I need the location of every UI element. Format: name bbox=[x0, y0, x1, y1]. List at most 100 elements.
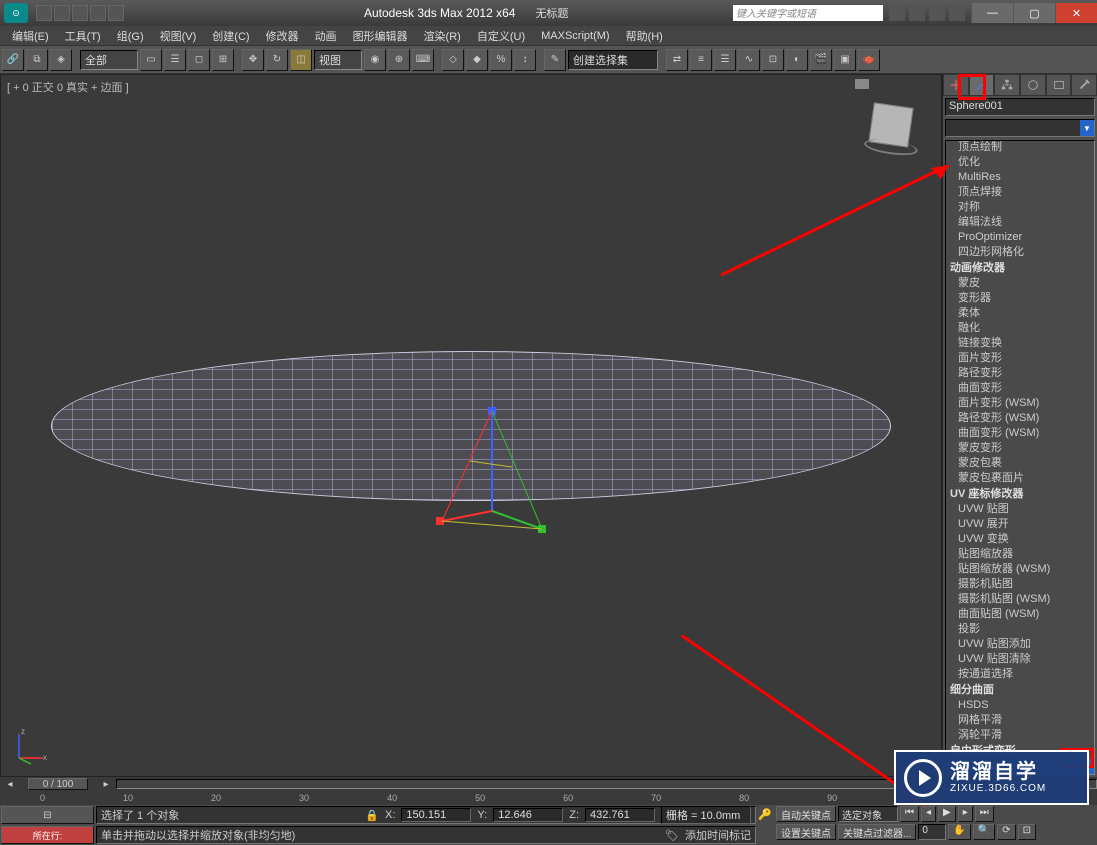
mirror-icon[interactable]: ⇄ bbox=[666, 49, 688, 71]
object-name-field[interactable]: Sphere001 bbox=[945, 98, 1095, 116]
minimize-button[interactable]: — bbox=[971, 3, 1013, 23]
link-icon[interactable]: 🔗 bbox=[2, 49, 24, 71]
modifier-item[interactable]: 融化 bbox=[946, 321, 1094, 336]
modifier-item[interactable]: 柔体 bbox=[946, 306, 1094, 321]
play-next-icon[interactable]: ▸ bbox=[958, 806, 973, 822]
modifier-item[interactable]: 蒙皮变形 bbox=[946, 441, 1094, 456]
play-icon[interactable]: ▶ bbox=[938, 806, 956, 822]
modifier-item[interactable]: UVW 贴图清除 bbox=[946, 652, 1094, 667]
time-tag-icon[interactable]: 🏷 bbox=[665, 829, 679, 842]
maximize-button[interactable]: ▢ bbox=[1013, 3, 1055, 23]
unlink-icon[interactable]: ⧉ bbox=[26, 49, 48, 71]
modifier-item[interactable]: 按通道选择 bbox=[946, 667, 1094, 682]
schematic-icon[interactable]: ⊡ bbox=[762, 49, 784, 71]
modifier-item[interactable]: 蒙皮包裹面片 bbox=[946, 471, 1094, 486]
modifier-item[interactable]: 对称 bbox=[946, 200, 1094, 215]
menu-help[interactable]: 帮助(H) bbox=[618, 26, 671, 46]
viewport[interactable]: [ + 0 正交 0 真实 + 边面 ] z x bbox=[0, 74, 942, 777]
create-tab[interactable] bbox=[943, 74, 969, 96]
qat-redo-icon[interactable] bbox=[108, 5, 124, 21]
help-icon[interactable] bbox=[949, 5, 965, 21]
modifier-item[interactable]: 蒙皮包裹 bbox=[946, 456, 1094, 471]
time-slider[interactable]: 0 / 100 bbox=[28, 778, 88, 790]
modifier-item[interactable]: 面片变形 bbox=[946, 351, 1094, 366]
lock-icon[interactable]: 🔒 bbox=[365, 809, 379, 822]
render-frame-icon[interactable]: ▣ bbox=[834, 49, 856, 71]
play-prev-icon[interactable]: ◂ bbox=[921, 806, 936, 822]
viewport-label[interactable]: [ + 0 正交 0 真实 + 边面 ] bbox=[7, 79, 129, 95]
infocenter-icon[interactable] bbox=[889, 5, 905, 21]
modifier-item[interactable]: UVW 贴图 bbox=[946, 502, 1094, 517]
nav-zoom-icon[interactable]: 🔍 bbox=[973, 824, 995, 840]
modify-tab[interactable] bbox=[969, 74, 995, 96]
dropdown-arrow-icon[interactable]: ▼ bbox=[1080, 120, 1094, 136]
modifier-item[interactable]: 网格平滑 bbox=[946, 713, 1094, 728]
modifier-item[interactable]: 优化 bbox=[946, 155, 1094, 170]
modifier-item[interactable]: 曲面贴图 (WSM) bbox=[946, 607, 1094, 622]
render-icon[interactable]: 🫖 bbox=[858, 49, 880, 71]
modifier-item[interactable]: HSDS bbox=[946, 698, 1094, 713]
modifier-item[interactable]: 细分曲面 bbox=[946, 682, 1094, 698]
modifier-item[interactable]: 投影 bbox=[946, 622, 1094, 637]
select-move-icon[interactable]: ✥ bbox=[242, 49, 264, 71]
named-selection-sets[interactable]: 创建选择集 bbox=[568, 50, 658, 70]
play-start-icon[interactable]: ⏮ bbox=[900, 806, 919, 822]
modifier-item[interactable]: 蒙皮 bbox=[946, 276, 1094, 291]
key-selset[interactable]: 选定对象 bbox=[838, 806, 898, 822]
curve-editor-icon[interactable]: ∿ bbox=[738, 49, 760, 71]
modifier-item[interactable]: 贴图缩放器 bbox=[946, 547, 1094, 562]
menu-edit[interactable]: 编辑(E) bbox=[4, 26, 57, 46]
menu-grapheditors[interactable]: 图形编辑器 bbox=[345, 26, 416, 46]
menu-group[interactable]: 组(G) bbox=[109, 26, 152, 46]
display-tab[interactable] bbox=[1046, 74, 1072, 96]
selection-filter[interactable]: 全部 bbox=[80, 50, 138, 70]
material-editor-icon[interactable]: ◐ bbox=[786, 49, 808, 71]
modifier-item[interactable]: 路径变形 bbox=[946, 366, 1094, 381]
transform-gizmo[interactable] bbox=[452, 411, 572, 551]
modifier-item[interactable]: UVW 展开 bbox=[946, 517, 1094, 532]
maxscript-mini-listener[interactable]: ⊟ bbox=[1, 806, 94, 824]
signin-icon[interactable] bbox=[909, 5, 925, 21]
select-name-icon[interactable]: ☰ bbox=[164, 49, 186, 71]
menu-rendering[interactable]: 渲染(R) bbox=[416, 26, 469, 46]
modifier-item[interactable]: 摄影机贴图 bbox=[946, 577, 1094, 592]
menu-modifiers[interactable]: 修改器 bbox=[258, 26, 307, 46]
modifier-item[interactable]: 摄影机贴图 (WSM) bbox=[946, 592, 1094, 607]
select-manip-icon[interactable]: ⊕ bbox=[388, 49, 410, 71]
coord-y[interactable]: 12.646 bbox=[493, 808, 563, 822]
modifier-item[interactable]: ProOptimizer bbox=[946, 230, 1094, 245]
layers-icon[interactable]: ☰ bbox=[714, 49, 736, 71]
ref-coord-system[interactable]: 视图 bbox=[314, 50, 362, 70]
keyboard-shortcut-icon[interactable]: ⌨ bbox=[412, 49, 434, 71]
nav-pan-icon[interactable]: ✋ bbox=[948, 824, 970, 840]
snap-toggle-icon[interactable]: ◇ bbox=[442, 49, 464, 71]
angle-snap-icon[interactable]: ◆ bbox=[466, 49, 488, 71]
timeline-next-icon[interactable]: ▸ bbox=[96, 779, 116, 790]
qat-undo-icon[interactable] bbox=[90, 5, 106, 21]
utilities-tab[interactable] bbox=[1071, 74, 1097, 96]
qat-save-icon[interactable] bbox=[72, 5, 88, 21]
help-search-input[interactable]: 键入关键字或短语 bbox=[733, 5, 883, 21]
modifier-item[interactable]: MultiRes bbox=[946, 170, 1094, 185]
modifier-item[interactable]: UVW 贴图添加 bbox=[946, 637, 1094, 652]
close-button[interactable]: ✕ bbox=[1055, 3, 1097, 23]
modifier-item[interactable]: 动画修改器 bbox=[946, 260, 1094, 276]
modifier-list[interactable]: STL 检查补洞顶点绘制优化MultiRes顶点焊接对称编辑法线ProOptim… bbox=[945, 140, 1095, 775]
menu-views[interactable]: 视图(V) bbox=[152, 26, 205, 46]
modifier-item[interactable]: 变形器 bbox=[946, 291, 1094, 306]
modifier-item[interactable]: 四边形网格化 bbox=[946, 245, 1094, 260]
menu-animation[interactable]: 动画 bbox=[307, 26, 345, 46]
modifier-item[interactable]: UV 座标修改器 bbox=[946, 486, 1094, 502]
edit-named-sel-icon[interactable]: ✎ bbox=[544, 49, 566, 71]
percent-snap-icon[interactable]: % bbox=[490, 49, 512, 71]
window-cross-icon[interactable]: ⊞ bbox=[212, 49, 234, 71]
menu-create[interactable]: 创建(C) bbox=[204, 26, 257, 46]
timeline-prev-icon[interactable]: ◂ bbox=[0, 779, 20, 790]
play-end-icon[interactable]: ⏭ bbox=[975, 806, 994, 822]
viewcube[interactable] bbox=[868, 102, 913, 147]
align-icon[interactable]: ≡ bbox=[690, 49, 712, 71]
qat-open-icon[interactable] bbox=[54, 5, 70, 21]
exchange-icon[interactable] bbox=[929, 5, 945, 21]
autokey-button[interactable]: 自动关键点 bbox=[776, 806, 836, 822]
coord-z[interactable]: 432.761 bbox=[585, 808, 655, 822]
